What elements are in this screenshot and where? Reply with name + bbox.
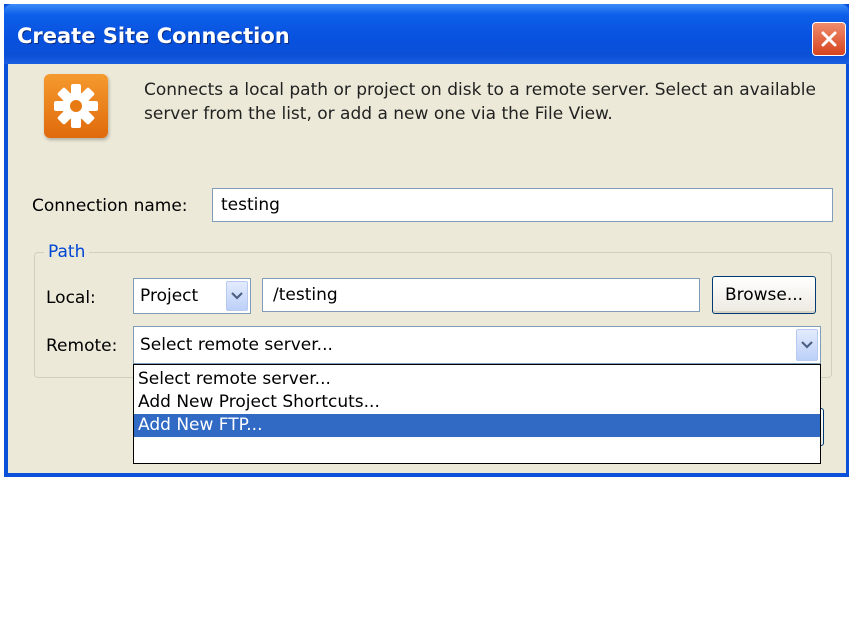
chevron-down-icon[interactable] — [226, 281, 248, 311]
connection-name-label: Connection name: — [32, 196, 188, 216]
dialog-title: Create Site Connection — [17, 24, 290, 48]
local-label: Local: — [46, 288, 96, 308]
remote-server-select[interactable]: Select remote server... — [133, 326, 821, 364]
local-type-select[interactable]: Project — [133, 278, 251, 314]
remote-server-dropdown-list: Select remote server... Add New Project … — [133, 364, 821, 464]
dialog-description: Connects a local path or project on disk… — [144, 80, 816, 124]
dropdown-option-add-project-shortcuts[interactable]: Add New Project Shortcuts... — [134, 391, 820, 414]
local-path-input[interactable]: /testing — [262, 278, 700, 312]
path-legend: Path — [44, 242, 90, 262]
chevron-down-icon[interactable] — [796, 329, 818, 361]
dropdown-option-add-ftp[interactable]: Add New FTP... — [134, 414, 820, 437]
browse-button[interactable]: Browse... — [712, 276, 816, 314]
dialog-window: Create Site Connection Connects a local … — [4, 4, 849, 477]
close-icon — [821, 31, 837, 47]
gear-icon — [44, 74, 108, 138]
title-bar[interactable]: Create Site Connection — [4, 4, 849, 64]
dropdown-option-select-remote[interactable]: Select remote server... — [134, 368, 820, 391]
close-button[interactable] — [812, 22, 846, 56]
connection-name-input[interactable]: testing — [212, 188, 833, 222]
remote-server-value: Select remote server... — [140, 335, 333, 355]
remote-label: Remote: — [46, 336, 118, 356]
dialog-body: Connects a local path or project on disk… — [8, 64, 846, 473]
local-type-value: Project — [140, 286, 199, 306]
